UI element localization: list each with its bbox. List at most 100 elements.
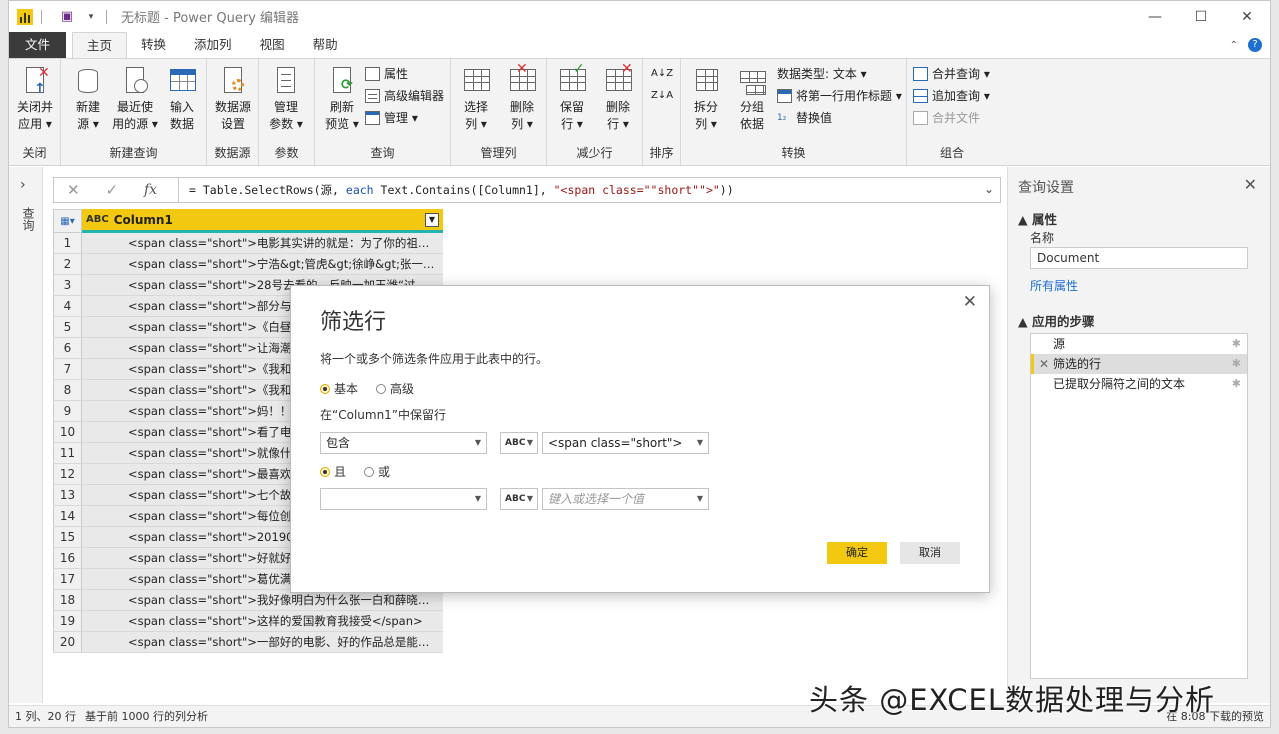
new-source-button[interactable]: 新建 源 ▾ bbox=[65, 65, 111, 133]
and-radio[interactable]: 且 bbox=[320, 463, 346, 480]
row-number[interactable]: 15 bbox=[53, 527, 82, 547]
basic-radio[interactable]: 基本 bbox=[320, 380, 358, 397]
dialog-close-icon[interactable]: ✕ bbox=[963, 292, 977, 312]
row-number[interactable]: 10 bbox=[53, 422, 82, 442]
append-queries-button[interactable]: 追加查询 ▾ bbox=[913, 86, 990, 106]
properties-button[interactable]: 属性 bbox=[365, 64, 408, 84]
table-row[interactable]: 2 <span class="short">宁浩&gt;管虎&gt;徐峥&gt;张… bbox=[53, 254, 443, 275]
value-input-2[interactable]: 键入或选择一个值 ▼ bbox=[542, 488, 709, 510]
operator-select-2[interactable]: ▼ bbox=[320, 488, 487, 510]
row-number[interactable]: 1 bbox=[53, 233, 82, 253]
value-input-1[interactable]: <span class="short"> ▼ bbox=[542, 432, 709, 454]
save-icon[interactable]: ▣ bbox=[60, 9, 74, 24]
minimize-button[interactable]: — bbox=[1132, 1, 1178, 32]
all-properties-link[interactable]: 所有属性 bbox=[1030, 277, 1078, 294]
step-filtered-rows[interactable]: ✕ 筛选的行 ✱ bbox=[1031, 354, 1247, 374]
step-settings-icon[interactable]: ✱ bbox=[1232, 334, 1241, 354]
step-settings-icon[interactable]: ✱ bbox=[1232, 354, 1241, 374]
combine-files-button[interactable]: 合并文件 bbox=[913, 108, 980, 128]
advanced-editor-button[interactable]: 高级编辑器 bbox=[365, 86, 444, 106]
step-settings-icon[interactable]: ✱ bbox=[1232, 374, 1241, 394]
merge-queries-button[interactable]: 合并查询 ▾ bbox=[913, 64, 990, 84]
split-column-button[interactable]: 拆分 列 ▾ bbox=[683, 65, 729, 133]
row-number[interactable]: 8 bbox=[53, 380, 82, 400]
remove-columns-button[interactable]: ✕ 删除 列 ▾ bbox=[499, 61, 545, 133]
operator-select-1[interactable]: 包含 ▼ bbox=[320, 432, 487, 454]
table-cell[interactable]: <span class="short">一部好的电影、好的作品总是能激起… bbox=[82, 632, 443, 652]
value-type-select-1[interactable]: ABC ▼ bbox=[500, 432, 538, 454]
keep-rows-button[interactable]: ✓ 保留 行 ▾ bbox=[549, 61, 595, 133]
close-apply-button[interactable]: ✕ ↑ 关闭并 应用 ▾ bbox=[12, 65, 58, 133]
table-cell[interactable]: <span class="short">宁浩&gt;管虎&gt;徐峥&gt;张一… bbox=[82, 254, 443, 274]
sort-descending-icon[interactable]: Z↓A bbox=[651, 86, 673, 106]
step-extract-text-between-delimiters[interactable]: 已提取分隔符之间的文本 ✱ bbox=[1031, 374, 1247, 394]
help-icon[interactable]: ? bbox=[1248, 38, 1262, 52]
maximize-button[interactable]: ☐ bbox=[1178, 1, 1224, 32]
table-row[interactable]: 20 <span class="short">一部好的电影、好的作品总是能激起… bbox=[53, 632, 443, 653]
table-row[interactable]: 1 <span class="short">电影其实讲的就是：为了你的祖国，… bbox=[53, 233, 443, 254]
tab-add-column[interactable]: 添加列 bbox=[180, 32, 246, 58]
enter-data-button[interactable]: 输入 数据 bbox=[159, 65, 205, 133]
recent-sources-button[interactable]: 最近使 用的源 ▾ bbox=[111, 65, 159, 133]
sort-ascending-icon[interactable]: A↓Z bbox=[651, 64, 673, 84]
table-cell[interactable]: <span class="short">这样的爱国教育我接受</span> bbox=[82, 611, 443, 631]
row-number[interactable]: 12 bbox=[53, 464, 82, 484]
filter-icon[interactable]: ▼ bbox=[425, 213, 439, 227]
commit-formula-icon[interactable]: ✓ bbox=[105, 181, 118, 199]
refresh-preview-button[interactable]: ⟳ 刷新 预览 ▾ bbox=[319, 65, 365, 133]
applied-steps-header[interactable]: ▲ 应用的步骤 bbox=[1018, 311, 1094, 330]
close-pane-icon[interactable]: ✕ bbox=[1244, 175, 1257, 194]
manage-parameters-button[interactable]: 管理 参数 ▾ bbox=[263, 65, 309, 133]
row-number[interactable]: 7 bbox=[53, 359, 82, 379]
row-number[interactable]: 6 bbox=[53, 338, 82, 358]
ok-button[interactable]: 确定 bbox=[827, 542, 887, 564]
collapse-ribbon-icon[interactable]: ⌃ bbox=[1230, 40, 1238, 51]
text-type-icon[interactable]: ABC bbox=[86, 214, 109, 225]
expand-formula-icon[interactable]: ⌄ bbox=[984, 182, 994, 196]
delete-step-icon[interactable]: ✕ bbox=[1039, 354, 1049, 374]
status-column-profiling[interactable]: 基于前 1000 行的列分析 bbox=[85, 706, 208, 727]
table-cell[interactable]: <span class="short">我好像明白为什么张一白和薛晓路能… bbox=[82, 590, 443, 610]
tab-transform[interactable]: 转换 bbox=[127, 32, 180, 58]
or-radio[interactable]: 或 bbox=[364, 463, 390, 480]
data-type-dropdown[interactable]: 数据类型: 文本 ▾ bbox=[777, 64, 867, 84]
table-row[interactable]: 19 <span class="short">这样的爱国教育我接受</span> bbox=[53, 611, 443, 632]
row-number[interactable]: 11 bbox=[53, 443, 82, 463]
row-number[interactable]: 4 bbox=[53, 296, 82, 316]
expand-queries-icon[interactable]: › bbox=[20, 177, 26, 193]
row-number[interactable]: 20 bbox=[53, 632, 82, 652]
table-cell[interactable]: <span class="short">电影其实讲的就是：为了你的祖国，… bbox=[82, 233, 443, 253]
manage-button[interactable]: 管理 ▾ bbox=[365, 108, 418, 128]
queries-pane-label[interactable]: 查询 bbox=[20, 207, 37, 231]
properties-section-header[interactable]: ▲ 属性 bbox=[1018, 209, 1057, 228]
quick-access-dropdown-icon[interactable]: ▾ bbox=[84, 10, 98, 24]
row-number[interactable]: 18 bbox=[53, 590, 82, 610]
table-menu-icon[interactable]: ▦▾ bbox=[53, 209, 82, 233]
cancel-button[interactable]: 取消 bbox=[900, 542, 960, 564]
query-name-input[interactable]: Document bbox=[1030, 247, 1248, 269]
replace-values-button[interactable]: 1₂ 替换值 bbox=[777, 108, 832, 128]
value-type-select-2[interactable]: ABC ▼ bbox=[500, 488, 538, 510]
tab-view[interactable]: 视图 bbox=[246, 32, 299, 58]
row-number[interactable]: 16 bbox=[53, 548, 82, 568]
tab-help[interactable]: 帮助 bbox=[299, 32, 352, 58]
row-number[interactable]: 14 bbox=[53, 506, 82, 526]
row-number[interactable]: 9 bbox=[53, 401, 82, 421]
row-number[interactable]: 19 bbox=[53, 611, 82, 631]
fx-icon[interactable]: fx bbox=[144, 182, 157, 198]
table-row[interactable]: 18 <span class="short">我好像明白为什么张一白和薛晓路能… bbox=[53, 590, 443, 611]
row-number[interactable]: 5 bbox=[53, 317, 82, 337]
remove-rows-button[interactable]: ✕ 删除 行 ▾ bbox=[595, 61, 641, 133]
formula-input[interactable]: = Table.SelectRows(源, each Text.Contains… bbox=[178, 178, 734, 202]
choose-columns-button[interactable]: 选择 列 ▾ bbox=[453, 65, 499, 133]
advanced-radio[interactable]: 高级 bbox=[376, 380, 414, 397]
column-header-column1[interactable]: ABC Column1 ▼ bbox=[82, 209, 443, 233]
row-number[interactable]: 13 bbox=[53, 485, 82, 505]
tab-home[interactable]: 主页 bbox=[72, 32, 128, 58]
use-first-row-as-headers-button[interactable]: 将第一行用作标题 ▾ bbox=[777, 86, 902, 106]
tab-file[interactable]: 文件 bbox=[9, 32, 67, 58]
step-source[interactable]: 源 ✱ bbox=[1031, 334, 1247, 354]
cancel-formula-icon[interactable]: ✕ bbox=[67, 181, 80, 199]
close-window-button[interactable]: ✕ bbox=[1224, 1, 1270, 32]
row-number[interactable]: 17 bbox=[53, 569, 82, 589]
